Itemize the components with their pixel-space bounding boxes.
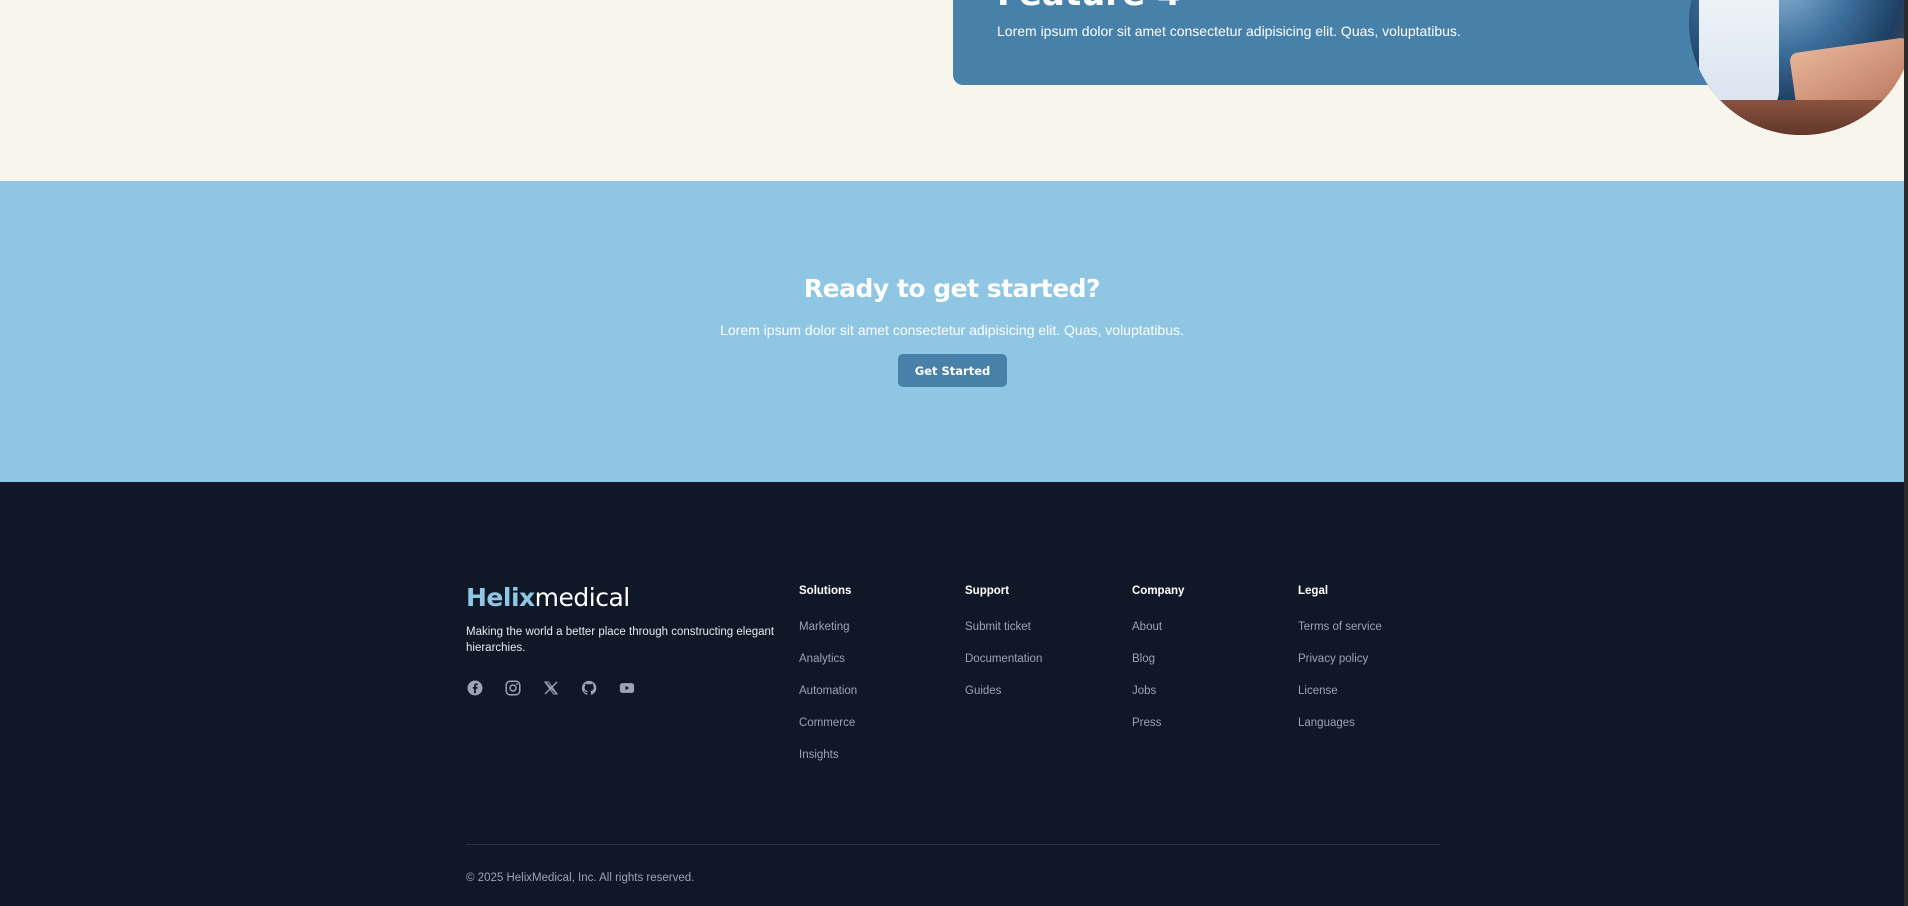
get-started-button[interactable]: Get Started: [898, 354, 1007, 387]
feature-image: [1689, 0, 1904, 135]
logo[interactable]: Helixmedical: [466, 583, 630, 613]
footer-column-support: Support Submit ticket Documentation Guid…: [965, 585, 1042, 714]
github-icon[interactable]: [580, 679, 598, 697]
footer-link-guides[interactable]: Guides: [965, 685, 1001, 697]
footer-link-insights[interactable]: Insights: [799, 749, 839, 761]
feature-section: Feature 4 Lorem ipsum dolor sit amet con…: [0, 0, 1904, 181]
logo-strong: Helix: [466, 583, 535, 612]
footer-link-marketing[interactable]: Marketing: [799, 621, 850, 633]
desk-shape: [1689, 100, 1904, 135]
social-links: [466, 679, 636, 697]
footer-link-license[interactable]: License: [1298, 685, 1338, 697]
instagram-icon[interactable]: [504, 679, 522, 697]
footer-link-commerce[interactable]: Commerce: [799, 717, 855, 729]
footer-column-heading: Solutions: [799, 585, 852, 597]
page: Feature 4 Lorem ipsum dolor sit amet con…: [0, 0, 1904, 906]
footer-link-documentation[interactable]: Documentation: [965, 653, 1042, 665]
copyright: © 2025 HelixMedical, Inc. All rights res…: [466, 872, 695, 884]
footer-link-terms-of-service[interactable]: Terms of service: [1298, 621, 1382, 633]
footer-column-legal: Legal Terms of service Privacy policy Li…: [1298, 585, 1382, 746]
footer-link-analytics[interactable]: Analytics: [799, 653, 845, 665]
footer-link-press[interactable]: Press: [1132, 717, 1161, 729]
cta-description: Lorem ipsum dolor sit amet consectetur a…: [720, 322, 1184, 338]
footer-link-blog[interactable]: Blog: [1132, 653, 1155, 665]
logo-light: medical: [534, 583, 631, 612]
feature-description: Lorem ipsum dolor sit amet consectetur a…: [997, 23, 1461, 39]
footer-link-automation[interactable]: Automation: [799, 685, 857, 697]
facebook-icon[interactable]: [466, 679, 484, 697]
footer-column-solutions: Solutions Marketing Analytics Automation…: [799, 585, 857, 778]
footer-link-privacy-policy[interactable]: Privacy policy: [1298, 653, 1368, 665]
footer-link-languages[interactable]: Languages: [1298, 717, 1355, 729]
footer-link-about[interactable]: About: [1132, 621, 1162, 633]
feature-title: Feature 4: [997, 0, 1181, 14]
footer-column-company: Company About Blog Jobs Press: [1132, 585, 1184, 746]
x-icon[interactable]: [542, 679, 560, 697]
footer-link-submit-ticket[interactable]: Submit ticket: [965, 621, 1031, 633]
footer-column-heading: Support: [965, 585, 1010, 597]
youtube-icon[interactable]: [618, 679, 636, 697]
footer-link-jobs[interactable]: Jobs: [1132, 685, 1156, 697]
feature-card: Feature 4 Lorem ipsum dolor sit amet con…: [953, 0, 1763, 85]
footer: Helixmedical Making the world a better p…: [0, 482, 1904, 906]
footer-column-heading: Legal: [1298, 585, 1329, 597]
footer-divider: [466, 844, 1440, 845]
cta-title: Ready to get started?: [803, 274, 1101, 303]
footer-column-heading: Company: [1132, 585, 1185, 597]
scrollbar[interactable]: [1904, 0, 1908, 906]
footer-tagline: Making the world a better place through …: [466, 626, 775, 654]
cta-section: Ready to get started? Lorem ipsum dolor …: [0, 181, 1904, 482]
